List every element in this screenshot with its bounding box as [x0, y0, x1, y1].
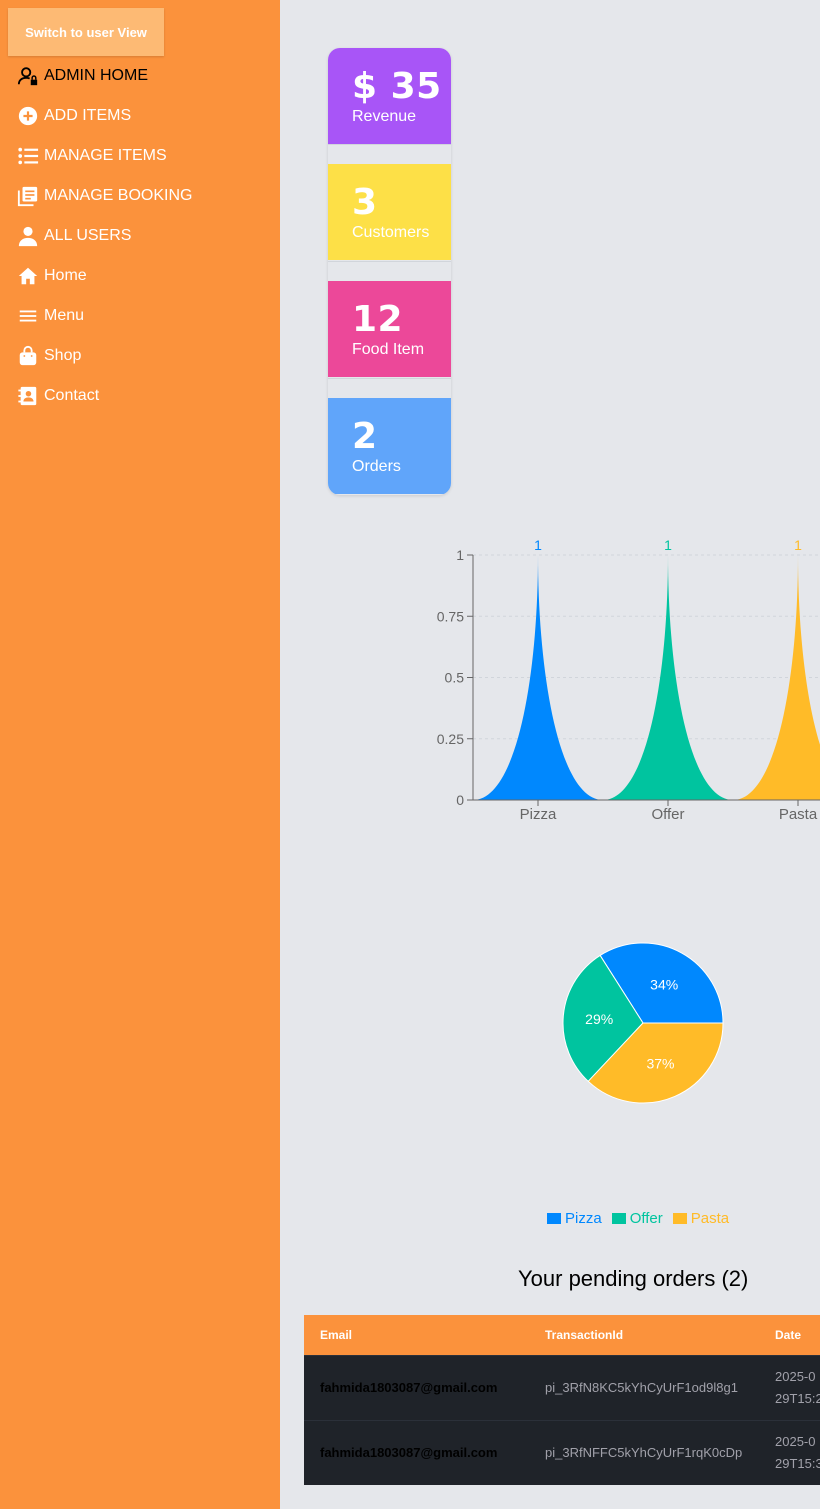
category-peak-chart: 0 0.25 0.5 0.75 1 1 1 1 Pizza Offer Pasta	[437, 537, 820, 823]
user-lock-icon	[16, 64, 40, 88]
sidebar-nav: ADMIN HOME ADD ITEMS MANAGE ITEMS MANAGE…	[16, 56, 266, 416]
table-header-row: Email TransactionId Date	[304, 1315, 820, 1355]
sidebar-item-manage-booking[interactable]: MANAGE BOOKING	[16, 176, 266, 216]
data-label: 1	[664, 537, 672, 553]
legend-swatch	[672, 1212, 687, 1224]
x-tick-label: Pizza	[520, 806, 557, 823]
pie-legend: Pizza Offer Pasta	[547, 1208, 739, 1228]
legend-swatch	[547, 1212, 561, 1224]
table-row: fahmida1803087@gmail.com pi_3RfNFFC5kYhC…	[304, 1420, 820, 1485]
shopping-bag-icon	[16, 344, 40, 368]
x-tick-label: Offer	[651, 806, 684, 823]
sidebar: Switch to user View ADMIN HOME ADD ITEMS…	[0, 0, 280, 1509]
legend-label: Pizza	[565, 1209, 602, 1227]
order-date-line: 29T15:3	[775, 1455, 820, 1471]
list-icon	[16, 144, 40, 168]
column-header-transaction-id: TransactionId	[545, 1327, 624, 1342]
sidebar-item-label: ALL USERS	[44, 227, 132, 244]
x-tick-label: Pasta	[779, 806, 818, 823]
data-label: 1	[534, 537, 542, 553]
sidebar-item-admin-home[interactable]: ADMIN HOME	[16, 56, 266, 96]
sidebar-item-label: MANAGE BOOKING	[44, 187, 193, 204]
legend-item: Pasta	[672, 1209, 730, 1227]
menu-icon	[16, 304, 40, 328]
order-date-line: 2025-0	[775, 1368, 816, 1384]
stat-revenue: $ 35 Revenue	[328, 48, 451, 144]
sidebar-item-label: MANAGE ITEMS	[44, 147, 167, 164]
stat-customers: 3 Customers	[328, 164, 451, 260]
book-icon	[16, 184, 40, 208]
user-icon	[16, 224, 40, 248]
y-tick-label: 1	[456, 547, 464, 563]
sidebar-item-add-items[interactable]: ADD ITEMS	[16, 96, 266, 136]
sidebar-item-label: ADD ITEMS	[44, 107, 132, 124]
sidebar-item-label: Menu	[44, 307, 85, 324]
column-header-date: Date	[775, 1327, 802, 1342]
legend-item: Pizza	[547, 1210, 602, 1227]
y-tick-label: 0	[456, 792, 464, 808]
home-icon	[16, 264, 40, 288]
y-tick-label: 0.75	[437, 608, 464, 624]
legend-label: Offer	[629, 1209, 663, 1227]
stat-divider	[328, 261, 451, 282]
sidebar-item-label: Contact	[44, 387, 100, 404]
order-email: fahmida1803087@gmail.com	[320, 1444, 498, 1460]
stat-divider	[328, 378, 451, 399]
orders-table-container: Email TransactionId Date fahmida1803087@…	[304, 1315, 820, 1485]
table-row: fahmida1803087@gmail.com pi_3RfN8KC5kYhC…	[304, 1355, 820, 1420]
order-date-line: 2025-0	[775, 1433, 816, 1449]
legend-label: Pasta	[690, 1209, 730, 1227]
sidebar-item-label: Shop	[44, 347, 82, 364]
area-peak	[733, 555, 820, 800]
pending-orders-title: Your pending orders (2)	[518, 1266, 749, 1291]
stat-value: 12	[352, 299, 404, 340]
sidebar-item-contact[interactable]: Contact	[16, 376, 266, 416]
order-transaction-id: pi_3RfN8KC5kYhCyUrF1od9l8g1	[545, 1379, 738, 1395]
order-email: fahmida1803087@gmail.com	[320, 1379, 498, 1395]
orders-table: Email TransactionId Date fahmida1803087@…	[304, 1315, 820, 1485]
stat-value: 2	[352, 416, 378, 457]
sidebar-item-label: Home	[44, 267, 87, 284]
y-tick-label: 0.5	[445, 670, 465, 686]
sidebar-item-menu[interactable]: Menu	[16, 296, 266, 336]
stat-food-items: 12 Food Item	[328, 281, 451, 377]
stat-label: Revenue	[352, 108, 417, 125]
order-date: 2025-0 29T15:2	[759, 1355, 820, 1420]
data-label: 1	[794, 537, 802, 553]
category-pie-chart: 34% 29% 37%	[562, 942, 724, 1104]
stat-value: 3	[352, 182, 378, 223]
legend-item: Offer	[611, 1209, 663, 1227]
column-header-email: Email	[320, 1327, 353, 1342]
sidebar-item-label: ADMIN HOME	[44, 67, 148, 84]
sidebar-item-all-users[interactable]: ALL USERS	[16, 216, 266, 256]
stat-value: $ 35	[352, 66, 442, 107]
plus-circle-icon	[16, 104, 40, 128]
sidebar-item-shop[interactable]: Shop	[16, 336, 266, 376]
order-transaction-id: pi_3RfNFFC5kYhCyUrF1rqK0cDp	[545, 1444, 743, 1460]
stat-label: Customers	[352, 224, 430, 241]
stat-label: Orders	[352, 458, 401, 475]
pie-slice-label: 34%	[650, 976, 678, 992]
stat-label: Food Item	[352, 341, 425, 358]
switch-to-user-view-button[interactable]: Switch to user View	[8, 8, 164, 56]
stat-orders: 2 Orders	[328, 398, 451, 494]
stats-panel: $ 35 Revenue 3 Customers 12 Food Item 2 …	[328, 48, 451, 495]
sidebar-item-manage-items[interactable]: MANAGE ITEMS	[16, 136, 266, 176]
y-tick-label: 0.25	[437, 731, 464, 747]
order-date-line: 29T15:2	[775, 1390, 820, 1406]
sidebar-item-home[interactable]: Home	[16, 256, 266, 296]
pie-slice-label: 37%	[646, 1055, 674, 1071]
legend-swatch	[611, 1212, 626, 1224]
order-date: 2025-0 29T15:3	[759, 1420, 820, 1485]
contact-book-icon	[16, 384, 40, 408]
pie-slice-label: 29%	[585, 1011, 613, 1027]
stat-divider	[328, 144, 451, 165]
